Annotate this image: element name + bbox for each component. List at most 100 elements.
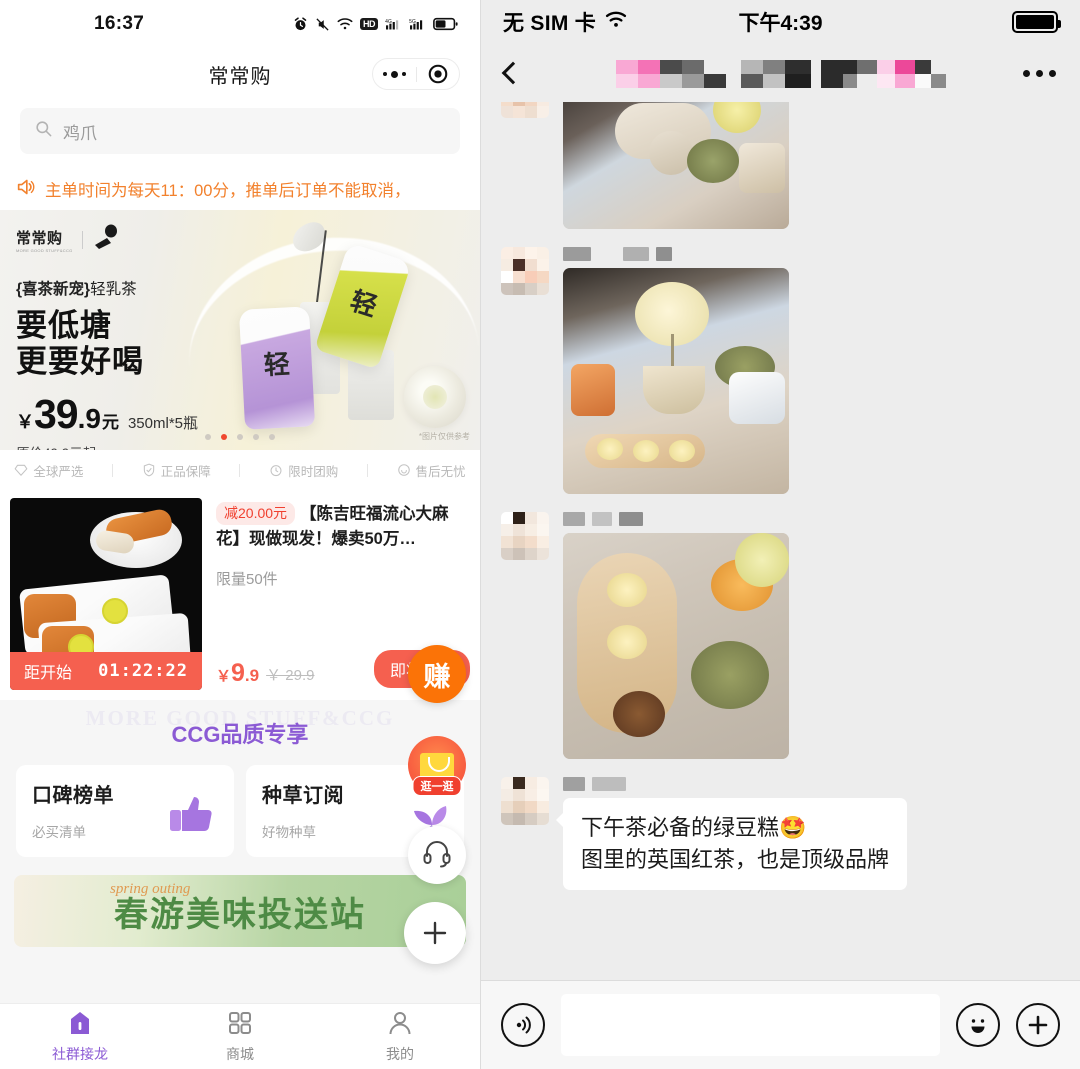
mosaic-blocks bbox=[615, 60, 946, 88]
clock-icon bbox=[270, 465, 282, 477]
plus-icon bbox=[423, 921, 447, 945]
banner-subtitle-bracket: {喜茶新宠} bbox=[16, 281, 91, 298]
announcement-text: 主单时间为每天11：00分，推单后订单不能取消， bbox=[45, 182, 411, 200]
earn-label: 赚 bbox=[423, 661, 451, 692]
ccg-title: CCG品质专享 bbox=[171, 722, 309, 747]
banner-subtitle: {喜茶新宠}轻乳茶 bbox=[16, 277, 198, 299]
trust-label: 全球严选 bbox=[33, 464, 84, 479]
shield-check-icon bbox=[143, 463, 154, 477]
more-icon[interactable] bbox=[1023, 69, 1056, 77]
search-icon bbox=[34, 119, 53, 143]
screenshot-root: 16:37 HD 4G 5G 常常购 鸡爪 主单时间为每天11：00分，推单后订… bbox=[0, 0, 1080, 1069]
spring-banner[interactable]: spring outing 春游美味投送站 bbox=[14, 875, 466, 947]
browse-button[interactable]: 逛一逛 bbox=[408, 736, 466, 796]
search-section: 鸡爪 bbox=[0, 100, 480, 168]
banner-subtitle-rest: 轻乳茶 bbox=[90, 281, 137, 298]
banner-currency: ￥ bbox=[16, 412, 34, 433]
bottom-tabbar: 社群接龙 商城 我的 bbox=[0, 1003, 480, 1069]
tab-mall[interactable]: 商城 bbox=[160, 1004, 320, 1069]
avatar[interactable] bbox=[501, 102, 549, 118]
avatar[interactable] bbox=[501, 777, 549, 825]
countdown-time: 01:22:22 bbox=[98, 661, 188, 681]
promo-banner[interactable]: 轻 轻 常常购 MORE GOOD STUFF&CCG {喜茶新宠}轻乳茶 要低… bbox=[0, 210, 480, 450]
plus-icon[interactable] bbox=[1016, 1003, 1060, 1047]
brand-logo-text: 常常购 bbox=[16, 229, 63, 247]
android-status-bar: 16:37 HD 4G 5G bbox=[0, 0, 480, 48]
banner-dot[interactable] bbox=[205, 434, 211, 440]
trust-separator bbox=[239, 463, 241, 477]
ios-time: 下午4:39 bbox=[738, 12, 823, 35]
carrier-label: 无 SIM 卡 bbox=[503, 12, 597, 35]
message-body bbox=[563, 247, 789, 494]
banner-spec: 350ml*5瓶 bbox=[127, 415, 199, 433]
tab-label: 商城 bbox=[226, 1045, 254, 1062]
mute-icon bbox=[315, 17, 330, 32]
announcement-bar[interactable]: 主单时间为每天11：00分，推单后订单不能取消， bbox=[0, 168, 480, 210]
status-time: 16:37 bbox=[94, 13, 145, 34]
banner-headline-2: 更要好喝 bbox=[16, 343, 144, 379]
banner-copy: 常常购 MORE GOOD STUFF&CCG {喜茶新宠}轻乳茶 要低塘 更要… bbox=[16, 224, 198, 450]
tab-profile[interactable]: 我的 bbox=[320, 1004, 480, 1069]
chat-message-list[interactable]: 下午茶必备的绿豆糕🤩 图里的英国红茶，也是顶级品牌 bbox=[481, 102, 1080, 980]
page-title: 常常购 bbox=[208, 65, 272, 88]
back-icon[interactable] bbox=[501, 61, 525, 85]
chat-message-text: 下午茶必备的绿豆糕🤩 图里的英国红茶，也是顶级品牌 bbox=[501, 777, 1060, 890]
alarm-icon bbox=[293, 16, 308, 32]
emoji-icon[interactable] bbox=[956, 1003, 1000, 1047]
banner-dot[interactable] bbox=[269, 434, 275, 440]
banner-original-price: 原价49.9元起 bbox=[16, 442, 198, 450]
message-input[interactable] bbox=[561, 994, 940, 1056]
banner-dot[interactable] bbox=[237, 434, 243, 440]
product-image[interactable]: 距开始 01:22:22 bbox=[10, 498, 202, 690]
headset-icon bbox=[422, 838, 452, 873]
banner-price: ￥ 39 .9 元 350ml*5瓶 bbox=[16, 391, 198, 438]
banner-dot-active[interactable] bbox=[221, 434, 227, 440]
avatar[interactable] bbox=[501, 247, 549, 295]
tab-community[interactable]: 社群接龙 bbox=[0, 1004, 160, 1069]
chat-navbar bbox=[481, 44, 1080, 102]
add-button[interactable] bbox=[404, 902, 466, 964]
megaphone-icon bbox=[16, 178, 36, 201]
message-bubble[interactable]: 下午茶必备的绿豆糕🤩 图里的英国红茶，也是顶级品牌 bbox=[555, 798, 908, 890]
earn-button[interactable]: 赚 bbox=[408, 645, 466, 703]
trust-badge-aftersales: 售后无忧 bbox=[397, 461, 466, 480]
trust-label: 限时团购 bbox=[288, 464, 339, 479]
thumbs-up-icon bbox=[168, 790, 216, 843]
hd-icon: HD bbox=[360, 18, 378, 30]
banner-dot[interactable] bbox=[253, 434, 259, 440]
status-icons: HD 4G 5G bbox=[293, 16, 458, 32]
target-icon[interactable] bbox=[417, 63, 460, 85]
partner-logo-icon bbox=[92, 224, 124, 255]
service-button[interactable] bbox=[408, 826, 466, 884]
search-input[interactable]: 鸡爪 bbox=[20, 108, 460, 154]
miniprogram-panel: 16:37 HD 4G 5G 常常购 鸡爪 主单时间为每天11：00分，推单后订… bbox=[0, 0, 480, 1069]
price-int: 9 bbox=[231, 659, 245, 687]
wifi-icon bbox=[337, 17, 353, 31]
message-text-line-2: 图里的英国红茶，也是顶级品牌 bbox=[581, 846, 890, 872]
sender-name-masked bbox=[563, 247, 789, 261]
trust-label: 正品保障 bbox=[160, 464, 211, 479]
banner-pagination[interactable] bbox=[205, 434, 275, 440]
product-title-row: 减20.00元 【陈吉旺福流心大麻花】现做现发！爆卖50万… bbox=[216, 502, 470, 552]
message-photo[interactable] bbox=[563, 533, 789, 759]
trust-badge-groupbuy: 限时团购 bbox=[269, 461, 338, 480]
person-icon bbox=[387, 1010, 413, 1039]
diamond-icon bbox=[14, 464, 28, 476]
banner-rose-decor bbox=[404, 366, 466, 428]
voice-icon[interactable] bbox=[501, 1003, 545, 1047]
battery-icon bbox=[433, 17, 458, 31]
countdown-label: 距开始 bbox=[24, 665, 73, 682]
banner-price-unit: 元 bbox=[101, 413, 119, 433]
miniprogram-capsule[interactable] bbox=[372, 58, 460, 90]
banner-headline-1: 要低塘 bbox=[16, 308, 112, 343]
product-original-price: ￥ 29.9 bbox=[266, 667, 315, 684]
price-currency: ￥ bbox=[216, 668, 232, 685]
more-icon[interactable] bbox=[373, 70, 416, 78]
avatar[interactable] bbox=[501, 512, 549, 560]
message-photo[interactable] bbox=[563, 102, 789, 229]
miniprogram-navbar: 常常购 bbox=[0, 48, 480, 100]
house-icon bbox=[67, 1010, 93, 1039]
message-photo[interactable] bbox=[563, 268, 789, 494]
card-ranking[interactable]: 口碑榜单 必买清单 bbox=[16, 765, 234, 857]
tab-label: 我的 bbox=[386, 1045, 414, 1062]
